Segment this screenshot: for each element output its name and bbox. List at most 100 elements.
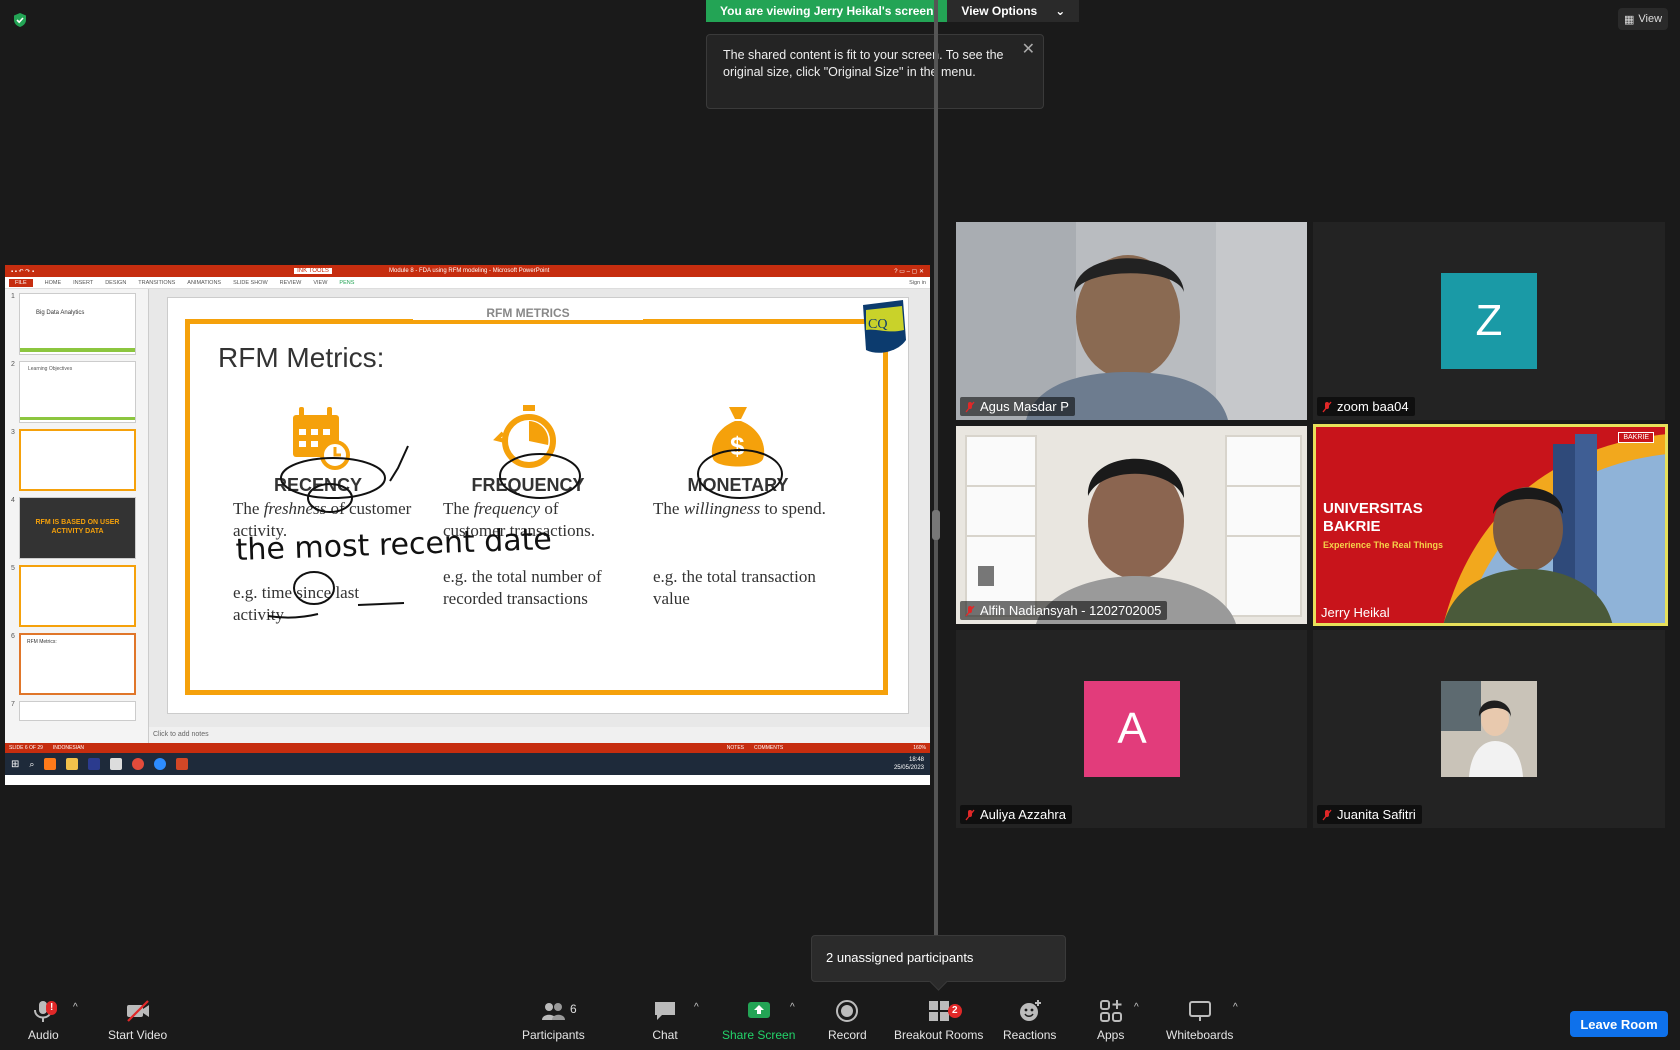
- mic-muted-icon: [1322, 809, 1332, 820]
- participant-video: [956, 426, 1307, 624]
- notice-text: The shared content is fit to your screen…: [723, 48, 1004, 79]
- ribbon-tab-transitions: TRANSITIONS: [138, 279, 176, 286]
- thumb-number: 7: [11, 701, 15, 708]
- participant-tile[interactable]: Alfih Nadiansyah - 1202702005: [956, 426, 1307, 624]
- record-button[interactable]: Record: [828, 998, 867, 1042]
- ppt-ribbon-tabs: FILE HOME INSERT DESIGN TRANSITIONS ANIM…: [5, 277, 930, 289]
- ribbon-tab-animations: ANIMATIONS: [187, 279, 222, 286]
- slide-thumbnail-selected: RFM Metrics:: [19, 633, 136, 695]
- breakout-rooms-button[interactable]: Breakout Rooms: [894, 998, 983, 1042]
- smiley-icon: [1019, 1000, 1041, 1021]
- thumb-number: 2: [11, 361, 15, 368]
- whiteboards-button[interactable]: Whiteboards: [1166, 998, 1233, 1042]
- unassigned-participants-tooltip[interactable]: 2 unassigned participants: [811, 935, 1066, 982]
- chat-bubble-icon: [655, 1002, 675, 1020]
- metric-monetary: $ MONETARY The willingness to spend. e.g…: [643, 403, 833, 610]
- participant-tile-active-speaker[interactable]: UNIVERSITAS BAKRIE Experience The Real T…: [1313, 424, 1668, 626]
- slide-thumbnail: [19, 701, 136, 721]
- view-options-button[interactable]: View Options ⌄: [947, 0, 1080, 22]
- audio-alert-badge: !: [46, 1001, 58, 1015]
- search-icon: ⌕: [29, 758, 35, 769]
- slide-count: SLIDE 6 OF 29: [9, 745, 43, 751]
- participants-label: Participants: [522, 1028, 585, 1042]
- participant-video: [956, 222, 1307, 420]
- meeting-toolbar: Audio ! ^ Start Video Participants 6 Cha…: [0, 992, 1680, 1050]
- stopwatch-icon: [493, 405, 556, 468]
- thumb-title: RFM Metrics:: [27, 639, 57, 645]
- desc-emphasis: freshness: [263, 499, 327, 518]
- apps-icon: [1099, 1000, 1122, 1022]
- chat-options-caret[interactable]: ^: [694, 1002, 699, 1013]
- money-bag-icon: $: [711, 407, 765, 467]
- ink-tools-label: INK TOOLS: [294, 268, 332, 274]
- audio-options-caret[interactable]: ^: [73, 1002, 78, 1013]
- ribbon-tab-design: DESIGN: [105, 279, 127, 286]
- zoom-app-icon: [154, 758, 167, 770]
- ribbon-tab-view: VIEW: [313, 279, 328, 286]
- metric-example: e.g. time since last activity: [233, 583, 360, 624]
- participant-name: Agus Masdar P: [980, 399, 1069, 414]
- metric-name: FREQUENCY: [471, 475, 585, 495]
- share-screen-button[interactable]: Share Screen: [722, 998, 795, 1042]
- whiteboards-options-caret[interactable]: ^: [1233, 1002, 1238, 1013]
- view-label: View: [1638, 13, 1663, 25]
- zoom-level: 160%: [913, 745, 926, 751]
- apps-button[interactable]: Apps: [1097, 998, 1124, 1042]
- split-divider[interactable]: [934, 0, 938, 942]
- slide-thumbnail-pane: 1 Big Data Analytics 2 Learning Objectiv…: [5, 289, 149, 767]
- chat-button[interactable]: Chat: [652, 998, 678, 1042]
- participant-name: Jerry Heikal: [1321, 605, 1390, 620]
- ribbon-tab-review: REVIEW: [279, 279, 302, 286]
- banner-tagline: Experience The Real Things: [1323, 540, 1444, 550]
- close-icon[interactable]: ✕: [1022, 41, 1035, 58]
- desc-text: The: [233, 499, 264, 518]
- participant-tile[interactable]: Juanita Safitri: [1313, 630, 1665, 828]
- powerpoint-icon: [176, 758, 189, 770]
- desc-text: to spend.: [760, 499, 826, 518]
- metric-description: The frequency of customer transactions.: [433, 498, 623, 542]
- metric-example: e.g. the total number of recorded transa…: [443, 567, 602, 608]
- avatar: A: [1084, 681, 1180, 777]
- audio-label: Audio: [28, 1028, 59, 1042]
- apps-label: Apps: [1097, 1028, 1125, 1042]
- thumb-number: 1: [11, 293, 15, 300]
- participant-tile[interactable]: A Auliya Azzahra: [956, 630, 1307, 828]
- metric-description: The willingness to spend.: [643, 498, 833, 520]
- apps-options-caret[interactable]: ^: [1134, 1002, 1139, 1013]
- participant-tile[interactable]: Z zoom baa04: [1313, 222, 1665, 420]
- ribbon-tab-file: FILE: [9, 278, 33, 287]
- fit-screen-notice: The shared content is fit to your screen…: [706, 34, 1044, 109]
- participant-tile[interactable]: Agus Masdar P: [956, 222, 1307, 420]
- divider-drag-handle[interactable]: [932, 510, 940, 540]
- ppt-statusbar: SLIDE 6 OF 29 INDONESIAN NOTES COMMENTS …: [5, 743, 930, 753]
- desc-text: The: [653, 499, 684, 518]
- ribbon-tab-slideshow: SLIDE SHOW: [233, 279, 268, 286]
- encryption-shield-icon[interactable]: [12, 12, 28, 28]
- banner-line2: BAKRIE: [1323, 518, 1381, 535]
- reactions-button[interactable]: Reactions: [1003, 998, 1056, 1042]
- windows-start-icon: ⊞: [11, 758, 20, 770]
- share-banner: You are viewing Jerry Heikal's screen Vi…: [706, 0, 1080, 22]
- folder-icon: [66, 758, 79, 770]
- reactions-label: Reactions: [1003, 1028, 1057, 1042]
- firefox-icon: [44, 758, 57, 770]
- mic-muted-icon: [965, 401, 975, 412]
- metric-frequency: FREQUENCY The frequency of customer tran…: [433, 403, 623, 610]
- slide-title: RFM Metrics:: [218, 342, 385, 373]
- share-options-caret[interactable]: ^: [790, 1002, 795, 1013]
- clock-time: 18:48: [908, 757, 924, 763]
- start-video-button[interactable]: Start Video: [108, 998, 167, 1042]
- bakrie-logo: BAKRIE: [1618, 432, 1654, 443]
- zoom-window: You are viewing Jerry Heikal's screen Vi…: [0, 0, 1680, 1050]
- metric-recency: RECENCY The freshness of customer activi…: [223, 403, 413, 626]
- cqu-logo: CQ: [863, 300, 906, 353]
- sign-in-label: Sign in: [909, 279, 926, 286]
- metric-example: e.g. the total transaction value: [653, 567, 816, 608]
- app-icon: [110, 758, 123, 770]
- share-screen-label: Share Screen: [722, 1028, 796, 1042]
- slide-header: RFM METRICS: [413, 306, 643, 320]
- desc-emphasis: frequency: [473, 499, 541, 518]
- leave-room-button[interactable]: Leave Room: [1570, 1011, 1668, 1037]
- view-button[interactable]: ▦ View: [1618, 8, 1668, 30]
- participant-label: zoom baa04: [1317, 397, 1415, 416]
